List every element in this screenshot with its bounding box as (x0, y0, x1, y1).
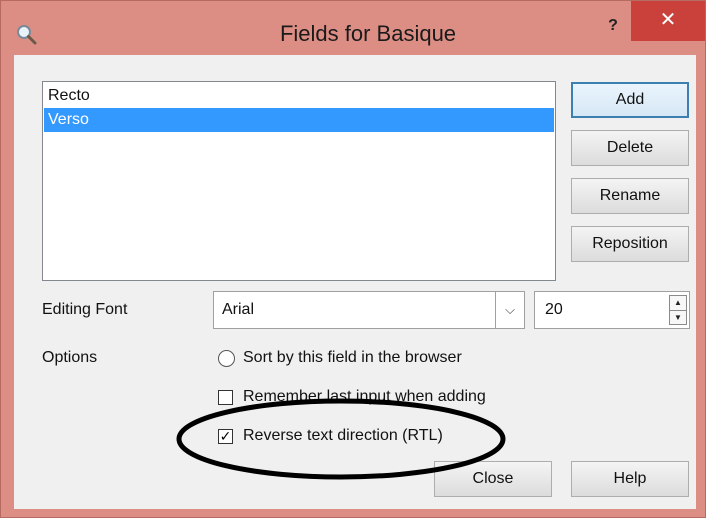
spin-buttons: ▲ ▼ (669, 295, 687, 325)
spin-up-icon[interactable]: ▲ (670, 296, 686, 311)
remember-checkbox[interactable] (218, 390, 233, 405)
close-button[interactable]: Close (434, 461, 552, 497)
title-help-button[interactable]: ? (593, 11, 633, 41)
font-select-value: Arial (222, 301, 255, 318)
chevron-down-icon[interactable]: ⌵ (495, 292, 524, 328)
font-size-spinbox[interactable]: 20 ▲ ▼ (534, 291, 690, 329)
sort-option-label: Sort by this field in the browser (243, 349, 462, 366)
help-button[interactable]: Help (571, 461, 689, 497)
editing-font-label: Editing Font (42, 301, 128, 318)
font-select[interactable]: Arial ⌵ (213, 291, 525, 329)
window-close-button[interactable]: ✕ (631, 1, 705, 41)
delete-button[interactable]: Delete (571, 130, 689, 166)
font-size-value: 20 (545, 301, 563, 318)
list-item[interactable]: Verso (44, 108, 554, 132)
fields-dialog: Fields for Basique ? ✕ Recto Verso Add D… (0, 0, 706, 518)
rename-button[interactable]: Rename (571, 178, 689, 214)
add-button[interactable]: Add (571, 82, 689, 118)
list-item[interactable]: Recto (44, 84, 554, 108)
reposition-button[interactable]: Reposition (571, 226, 689, 262)
dialog-client-area: Recto Verso Add Delete Rename Reposition… (14, 55, 696, 509)
sort-radio[interactable] (218, 350, 235, 367)
fields-listbox[interactable]: Recto Verso (42, 81, 556, 281)
rtl-option-label: Reverse text direction (RTL) (243, 427, 443, 444)
rtl-checkbox[interactable]: ✓ (218, 429, 233, 444)
options-label: Options (42, 349, 98, 366)
spin-down-icon[interactable]: ▼ (670, 311, 686, 325)
remember-option-label: Remember last input when adding (243, 388, 486, 405)
